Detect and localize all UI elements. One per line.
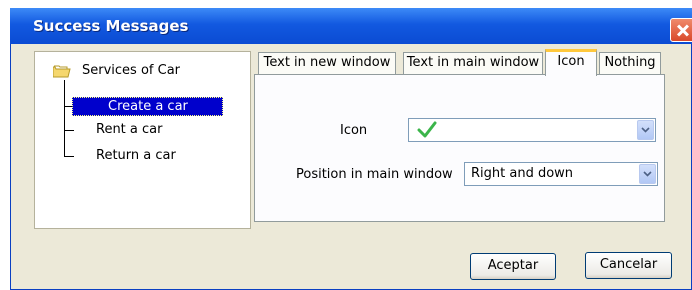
icon-label: Icon xyxy=(340,123,368,138)
tree-connector-branch xyxy=(64,130,74,131)
chevron-down-icon[interactable] xyxy=(639,164,656,184)
icon-select[interactable] xyxy=(408,118,656,142)
tab-text-in-new-window[interactable]: Text in new window xyxy=(258,52,396,74)
window-title: Success Messages xyxy=(33,17,189,35)
tab-text-in-main-window[interactable]: Text in main window xyxy=(403,52,543,74)
icon-tab-panel xyxy=(254,74,665,222)
tree-item-return-a-car[interactable]: Return a car xyxy=(96,148,176,163)
position-select[interactable]: Right and down xyxy=(464,162,658,186)
cancel-button[interactable]: Cancelar xyxy=(585,252,672,279)
tree-root-services-of-car[interactable]: Services of Car xyxy=(82,63,180,78)
position-select-value: Right and down xyxy=(471,166,574,181)
close-button[interactable] xyxy=(670,18,692,42)
tree-connector-branch xyxy=(64,156,74,157)
folder-open-icon xyxy=(53,65,71,78)
accept-button[interactable]: Aceptar xyxy=(470,253,556,280)
checkmark-icon xyxy=(417,121,437,138)
tree-connector-line xyxy=(64,80,65,157)
tab-icon[interactable]: Icon xyxy=(545,49,597,76)
title-bar[interactable]: Success Messages xyxy=(10,8,692,44)
tree-item-create-a-car[interactable]: Create a car xyxy=(72,97,223,116)
tree-item-rent-a-car[interactable]: Rent a car xyxy=(96,122,162,137)
chevron-down-icon[interactable] xyxy=(637,120,654,140)
position-label: Position in main window xyxy=(296,167,453,182)
tab-nothing[interactable]: Nothing xyxy=(599,52,661,74)
